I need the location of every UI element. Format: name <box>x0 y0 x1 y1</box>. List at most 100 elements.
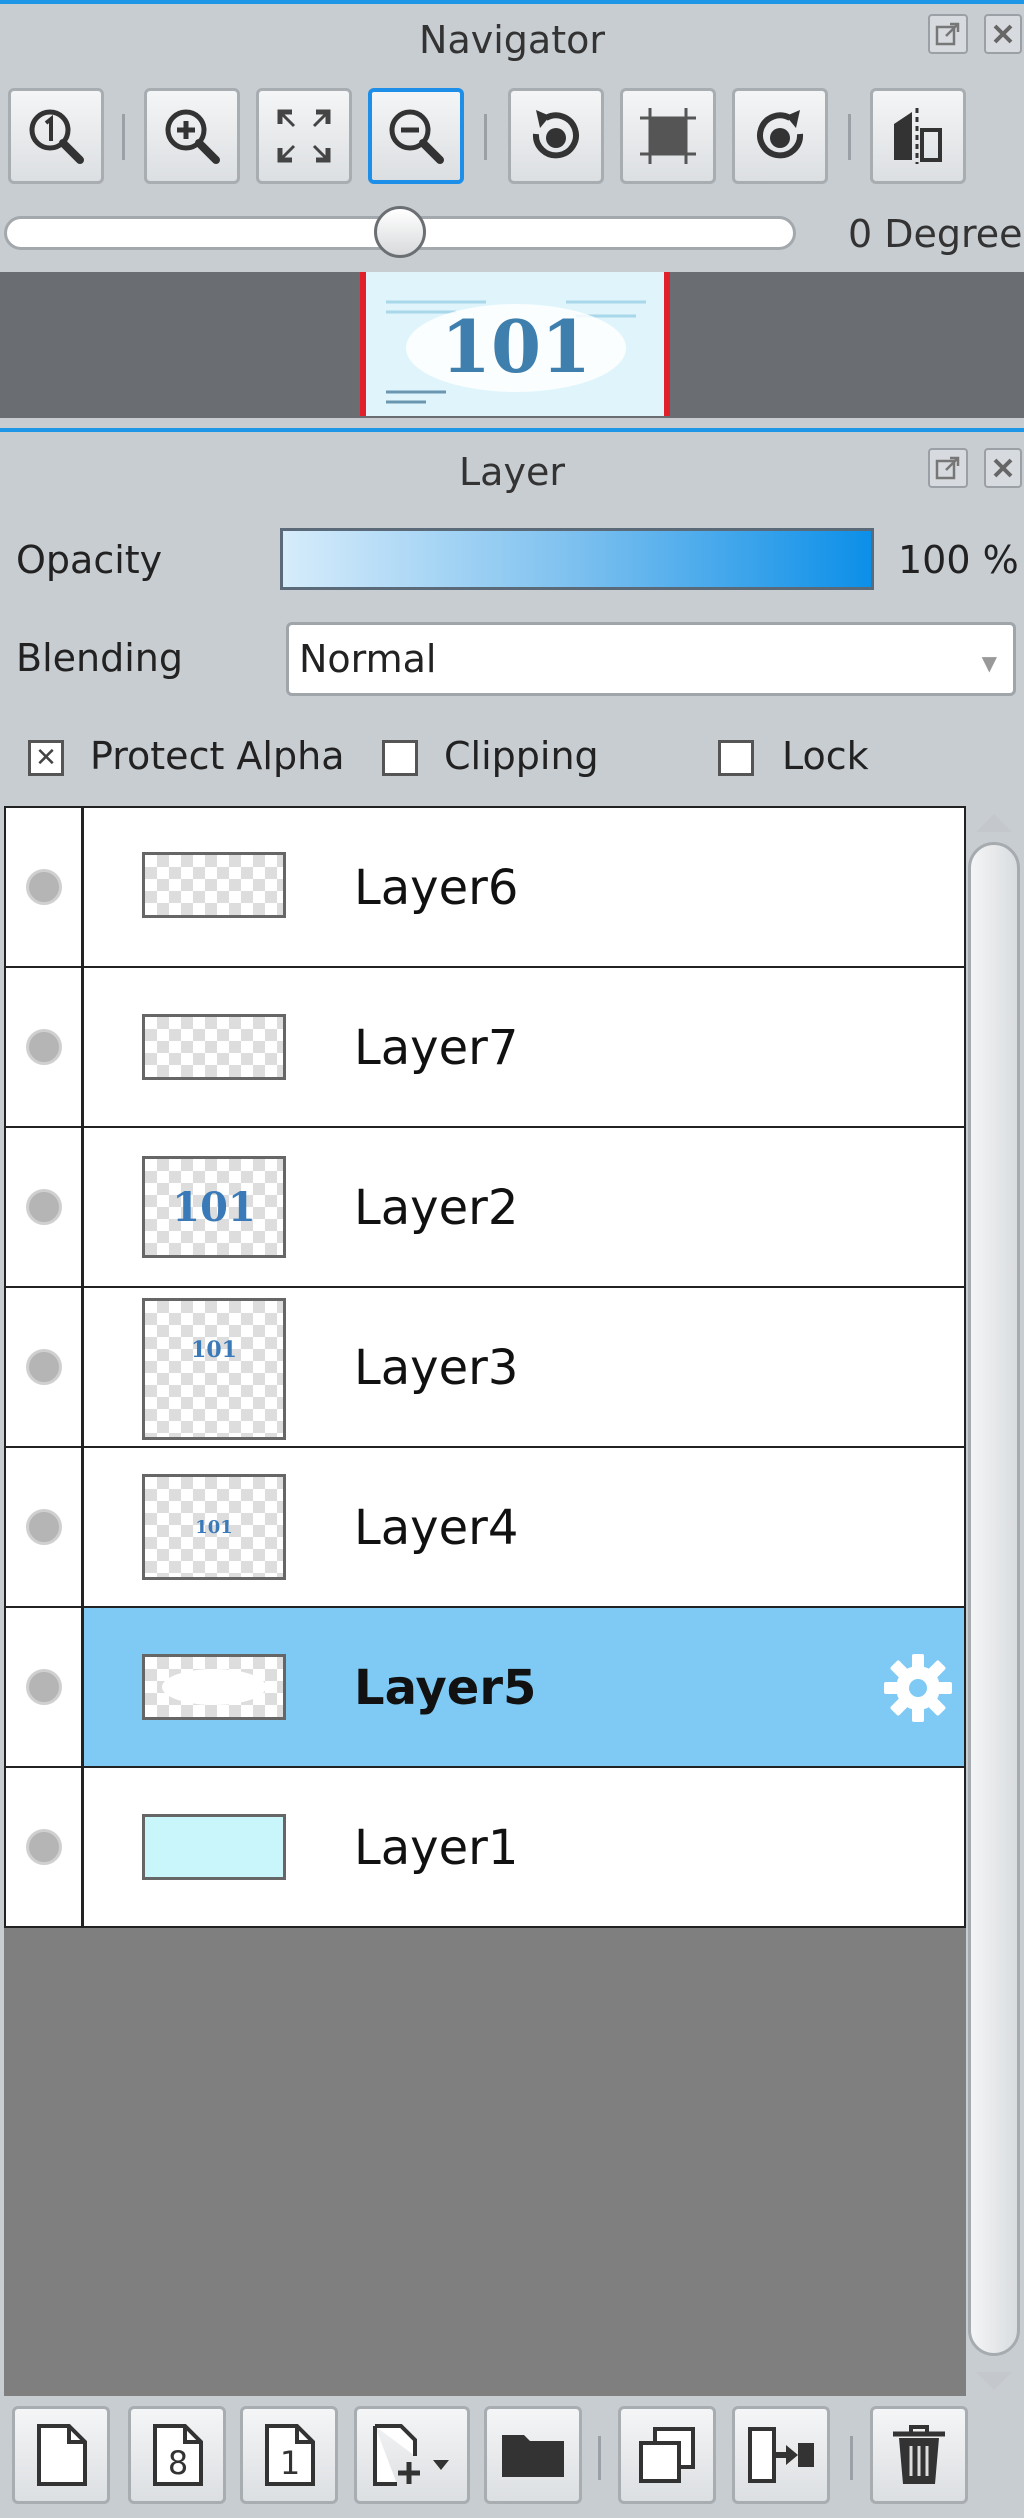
scroll-down-arrow-icon[interactable] <box>976 2372 1012 2390</box>
layer-thumbnail <box>142 1014 286 1080</box>
layer-row-body[interactable]: 101 Layer4 <box>84 1448 964 1606</box>
panel-separator <box>0 428 1024 432</box>
blending-select[interactable]: Normal ▼ <box>286 622 1016 696</box>
opacity-label: Opacity <box>16 538 163 582</box>
scroll-up-arrow-icon[interactable] <box>976 814 1012 832</box>
layer-row-body[interactable]: Layer7 <box>84 968 964 1126</box>
navigator-close-button[interactable] <box>984 14 1022 54</box>
visibility-dot-icon <box>26 1509 62 1545</box>
visibility-dot-icon <box>26 1189 62 1225</box>
navigator-popout-button[interactable] <box>928 14 968 54</box>
protect-alpha-checkbox[interactable]: ✕ <box>28 740 64 776</box>
layer-row[interactable]: 101 Layer2 <box>4 1126 966 1288</box>
navigator-thumbnail-text: 101 <box>441 304 591 389</box>
rotate-right-icon <box>748 104 812 168</box>
layer-row-selected[interactable]: Layer5 <box>4 1606 966 1768</box>
toolbar-separator <box>850 2436 853 2480</box>
rotate-left-icon <box>524 104 588 168</box>
layer-list: Layer6 Layer7 101 Layer2 101 Layer3 101 … <box>4 806 966 1928</box>
toolbar-separator <box>122 114 125 160</box>
opacity-slider[interactable] <box>280 528 874 590</box>
navigator-thumbnail[interactable]: 101 <box>360 272 670 416</box>
toolbar-separator <box>848 114 851 160</box>
layer-row-body[interactable]: 101 Layer2 <box>84 1128 964 1286</box>
new-layer-button[interactable] <box>12 2406 110 2504</box>
close-icon <box>991 22 1015 46</box>
gear-icon[interactable] <box>878 1648 958 1728</box>
clipping-checkbox[interactable] <box>382 740 418 776</box>
duplicate-icon <box>635 2423 699 2487</box>
visibility-toggle[interactable] <box>6 808 84 966</box>
rotation-slider-handle[interactable] <box>374 206 426 258</box>
layer-thumbnail <box>142 1814 286 1880</box>
layer-list-scrollbar[interactable] <box>968 806 1020 2396</box>
layer-name: Layer2 <box>354 1180 519 1236</box>
blending-value: Normal <box>299 637 437 681</box>
layer-popout-button[interactable] <box>928 448 968 488</box>
layer-thumbnail: 101 <box>142 1298 286 1440</box>
fit-window-button[interactable] <box>256 88 352 184</box>
reset-rotation-button[interactable] <box>620 88 716 184</box>
new-1bit-layer-button[interactable]: 1 <box>240 2406 338 2504</box>
popout-icon <box>935 21 961 47</box>
zoom-in-icon <box>160 104 224 168</box>
visibility-dot-icon <box>26 1029 62 1065</box>
layer-bottom-toolbar: 8 1 <box>0 2396 1024 2518</box>
layer-row-body[interactable]: 101 Layer3 <box>84 1288 964 1446</box>
layer-thumbnail: 101 <box>142 1474 286 1580</box>
delete-layer-button[interactable] <box>870 2406 968 2504</box>
actual-size-button[interactable] <box>8 88 104 184</box>
layer-row-body[interactable]: Layer1 <box>84 1768 964 1926</box>
merge-down-button[interactable] <box>732 2406 830 2504</box>
layer-row[interactable]: Layer7 <box>4 966 966 1128</box>
duplicate-layer-button[interactable] <box>618 2406 716 2504</box>
popout-icon <box>935 455 961 481</box>
layer-name: Layer3 <box>354 1340 519 1396</box>
layer-row-body[interactable]: Layer5 <box>84 1608 964 1766</box>
layer-row[interactable]: 101 Layer3 <box>4 1286 966 1448</box>
layer-name: Layer4 <box>354 1500 519 1556</box>
visibility-toggle[interactable] <box>6 1768 84 1926</box>
layer-thumbnail: 101 <box>142 1156 286 1258</box>
layer-name: Layer7 <box>354 1020 519 1076</box>
blending-label: Blending <box>16 636 183 680</box>
visibility-toggle[interactable] <box>6 1448 84 1606</box>
zoom-out-button[interactable] <box>368 88 464 184</box>
trash-icon <box>889 2422 949 2488</box>
new-page-icon <box>31 2422 91 2488</box>
layer-thumbnail <box>142 852 286 918</box>
lock-checkbox[interactable] <box>718 740 754 776</box>
close-icon <box>991 456 1015 480</box>
chevron-down-icon: ▼ <box>981 651 997 675</box>
page-1-label: 1 <box>280 2444 300 2482</box>
rotate-right-button[interactable] <box>732 88 828 184</box>
rotate-left-button[interactable] <box>508 88 604 184</box>
toolbar-separator <box>484 114 487 160</box>
layer-close-button[interactable] <box>984 448 1022 488</box>
fit-screen-icon <box>272 104 336 168</box>
new-folder-button[interactable] <box>484 2406 582 2504</box>
add-layer-menu-button[interactable] <box>354 2406 470 2504</box>
layer-row[interactable]: Layer1 <box>4 1766 966 1928</box>
zoom-in-button[interactable] <box>144 88 240 184</box>
folder-icon <box>498 2427 568 2483</box>
layer-name: Layer1 <box>354 1820 519 1876</box>
visibility-toggle[interactable] <box>6 1288 84 1446</box>
visibility-toggle[interactable] <box>6 1128 84 1286</box>
layer-row-body[interactable]: Layer6 <box>84 808 964 966</box>
layer-row[interactable]: Layer6 <box>4 806 966 968</box>
navigator-title: Navigator <box>419 18 605 62</box>
flip-horizontal-button[interactable] <box>870 88 966 184</box>
opacity-value: 100 % <box>898 538 1019 582</box>
visibility-toggle[interactable] <box>6 968 84 1126</box>
scrollbar-thumb[interactable] <box>968 842 1020 2356</box>
new-8bit-layer-button[interactable]: 8 <box>128 2406 226 2504</box>
zoom-one-icon <box>24 104 88 168</box>
layer-row[interactable]: 101 Layer4 <box>4 1446 966 1608</box>
visibility-dot-icon <box>26 1829 62 1865</box>
visibility-toggle[interactable] <box>6 1608 84 1766</box>
visibility-dot-icon <box>26 1349 62 1385</box>
page-8-label: 8 <box>168 2444 188 2482</box>
page-1-icon: 1 <box>259 2422 319 2488</box>
rotation-degree-readout: 0 Degree <box>848 212 1023 256</box>
